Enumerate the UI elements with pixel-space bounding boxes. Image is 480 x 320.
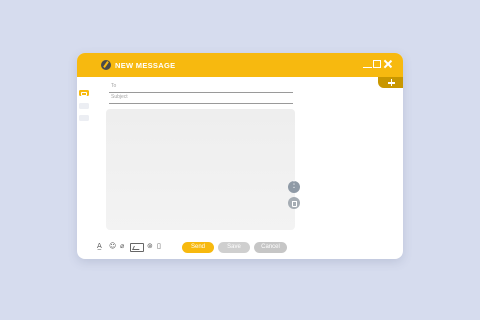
attach-icon[interactable]: ⌀: [120, 241, 124, 251]
window-title: NEW MESSAGE: [115, 61, 176, 70]
more-vertical-icon[interactable]: [288, 180, 300, 193]
message-body[interactable]: [106, 109, 295, 230]
subject-field[interactable]: Subject: [109, 93, 293, 104]
link-icon[interactable]: ⊚: [147, 241, 153, 251]
delete-icon[interactable]: ▯: [157, 241, 161, 251]
trash-icon[interactable]: [288, 197, 300, 209]
cancel-button[interactable]: Cancel: [254, 242, 287, 253]
maximize-icon[interactable]: [373, 59, 383, 69]
title-bar[interactable]: NEW MESSAGE: [77, 53, 403, 77]
text-format-icon[interactable]: A̲: [97, 241, 102, 251]
close-icon[interactable]: [383, 59, 393, 69]
save-button[interactable]: Save: [218, 242, 250, 253]
sidebar-item-3[interactable]: [79, 115, 89, 121]
sidebar-item-2[interactable]: [79, 103, 89, 109]
to-label: To: [111, 83, 117, 89]
image-icon[interactable]: [130, 242, 144, 252]
minimize-icon[interactable]: [363, 59, 373, 69]
emoji-icon[interactable]: ☺: [109, 241, 116, 251]
sidebar-item-mail[interactable]: [79, 90, 89, 96]
to-field[interactable]: To: [109, 82, 293, 93]
send-button[interactable]: Send: [182, 242, 214, 253]
add-button[interactable]: [378, 77, 403, 88]
compose-icon: [101, 60, 111, 70]
compose-window: NEW MESSAGE To Subject A̲ ☺ ⌀ ⊚ ▯ Send S…: [77, 53, 403, 259]
subject-label: Subject: [111, 94, 128, 100]
